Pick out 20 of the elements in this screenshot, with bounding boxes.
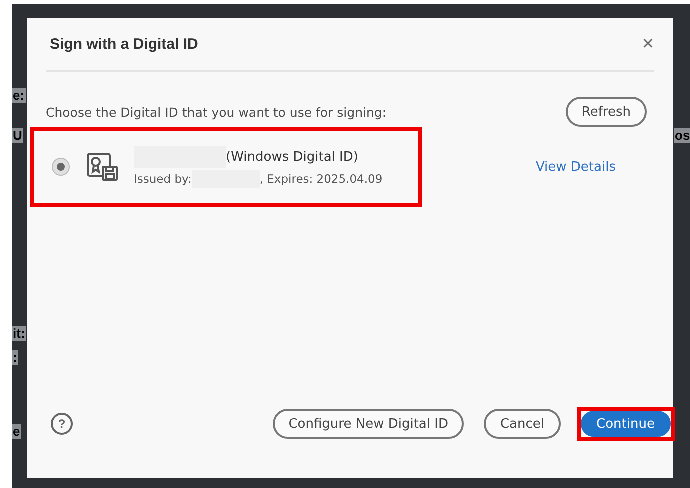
dialog-button[interactable]: Configure New Digital ID [272, 409, 464, 439]
close-button[interactable]: × [642, 32, 654, 56]
view-details-link[interactable]: View Details [536, 160, 616, 174]
certificate-icon [86, 152, 120, 182]
document-text: U [12, 128, 24, 143]
document-text: e: [12, 88, 26, 103]
issued-label: Issued by: [134, 172, 192, 186]
document-text: e [12, 424, 22, 439]
help-button[interactable]: ? [51, 413, 73, 435]
prompt-text: Choose the Digital ID that you want to use for signing: [46, 104, 387, 120]
radio-button[interactable] [52, 158, 70, 176]
id-name: (Windows Digital ID) [226, 150, 358, 164]
document-text: : [12, 350, 18, 365]
continue-button[interactable]: Continue [580, 411, 671, 437]
expiry-text: , Expires: 2025.04.09 [260, 172, 383, 186]
document-text: os [674, 128, 690, 143]
dialog-title: Sign with a Digital ID [50, 36, 198, 52]
document-text: it: [12, 326, 26, 341]
refresh-button[interactable]: Refresh [566, 97, 647, 127]
dialog-button[interactable]: Cancel [484, 409, 561, 439]
